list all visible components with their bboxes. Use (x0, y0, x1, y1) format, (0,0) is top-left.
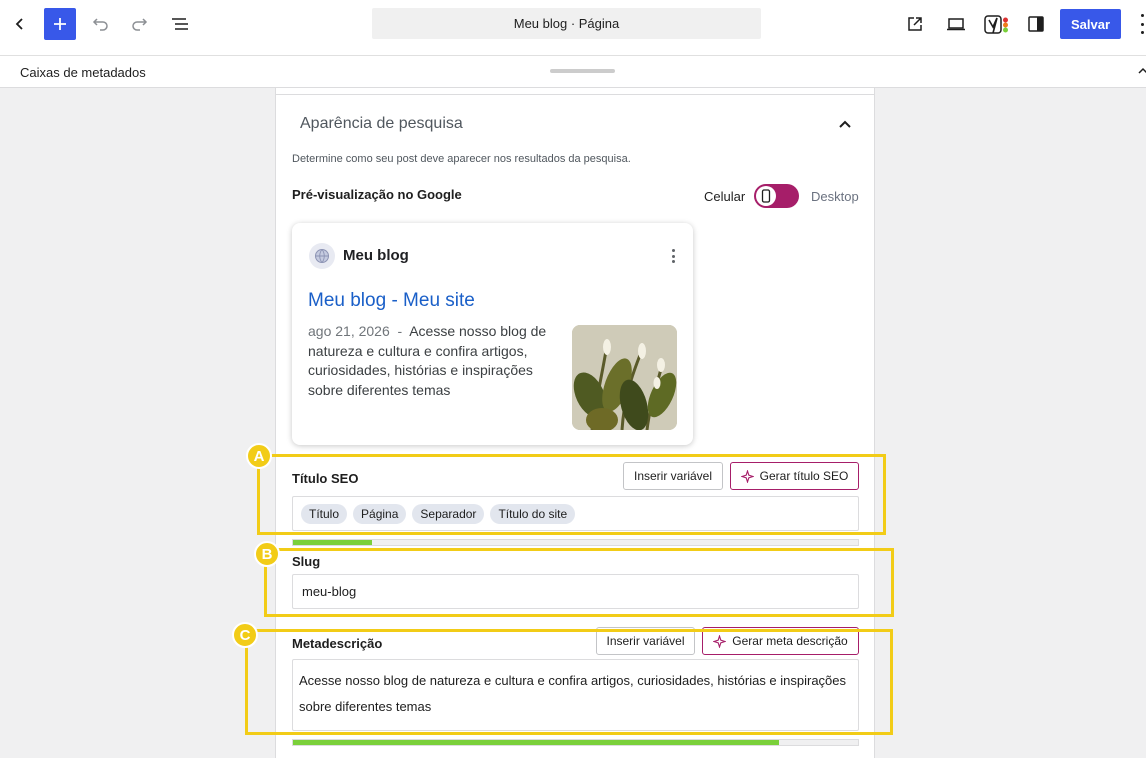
globe-icon (309, 243, 335, 269)
metaboxes-label: Caixas de metadados (20, 65, 146, 80)
document-title[interactable]: Meu blog · Página (372, 8, 761, 39)
mode-desktop-label[interactable]: Desktop (811, 189, 859, 204)
highlight-box-a (257, 454, 886, 535)
metaboxes-header: Caixas de metadados (0, 56, 1146, 88)
annotation-badge-a: A (246, 443, 272, 469)
list-view-icon[interactable] (164, 8, 196, 40)
preview-site-name: Meu blog (343, 247, 409, 264)
google-preview-card: Meu blog Meu blog - Meu site ago 21, 202… (292, 223, 693, 445)
sidebar-icon[interactable] (1020, 8, 1052, 40)
chevron-up-icon[interactable] (838, 116, 852, 134)
meta-description-progress (292, 739, 859, 746)
section-title[interactable]: Aparência de pesquisa (300, 115, 463, 133)
chevron-up-icon[interactable] (1138, 64, 1146, 78)
more-vertical-icon[interactable] (1138, 14, 1146, 34)
preview-date: ago 21, 2026 (308, 323, 390, 339)
section-description: Determine como seu post deve aparecer no… (292, 153, 631, 165)
annotation-badge-c: C (232, 622, 258, 648)
divider (276, 94, 874, 95)
more-vertical-icon (671, 249, 675, 263)
highlight-box-b (264, 548, 894, 617)
preview-mode-toggle[interactable] (754, 184, 799, 208)
seo-title-progress-fill (293, 540, 373, 545)
annotation-badge-b: B (254, 541, 280, 567)
preview-thumbnail (572, 325, 677, 430)
laptop-icon[interactable] (940, 8, 972, 40)
preview-title: Meu blog - Meu site (308, 290, 475, 311)
document-title-text: Meu blog · Página (513, 16, 620, 31)
resize-handle[interactable] (550, 69, 615, 73)
undo-icon[interactable] (84, 8, 116, 40)
save-button-label: Salvar (1070, 16, 1111, 32)
meta-description-progress-fill (293, 740, 779, 745)
highlight-box-c (245, 629, 893, 735)
plus-icon[interactable] (44, 8, 76, 40)
external-link-icon[interactable] (899, 8, 931, 40)
phone-icon (756, 186, 776, 206)
preview-snippet: ago 21, 2026 - Acesse nosso blog de natu… (308, 322, 558, 400)
yoast-icon[interactable] (984, 14, 1012, 36)
save-button[interactable]: Salvar (1060, 9, 1121, 39)
editor-toolbar: Meu blog · Página Salvar (0, 0, 1146, 56)
redo-icon[interactable] (124, 8, 156, 40)
mode-mobile-label[interactable]: Celular (704, 189, 745, 204)
back-arrow-icon[interactable] (4, 8, 36, 40)
seo-title-progress (292, 539, 859, 546)
preview-label: Pré-visualização no Google (292, 187, 462, 202)
